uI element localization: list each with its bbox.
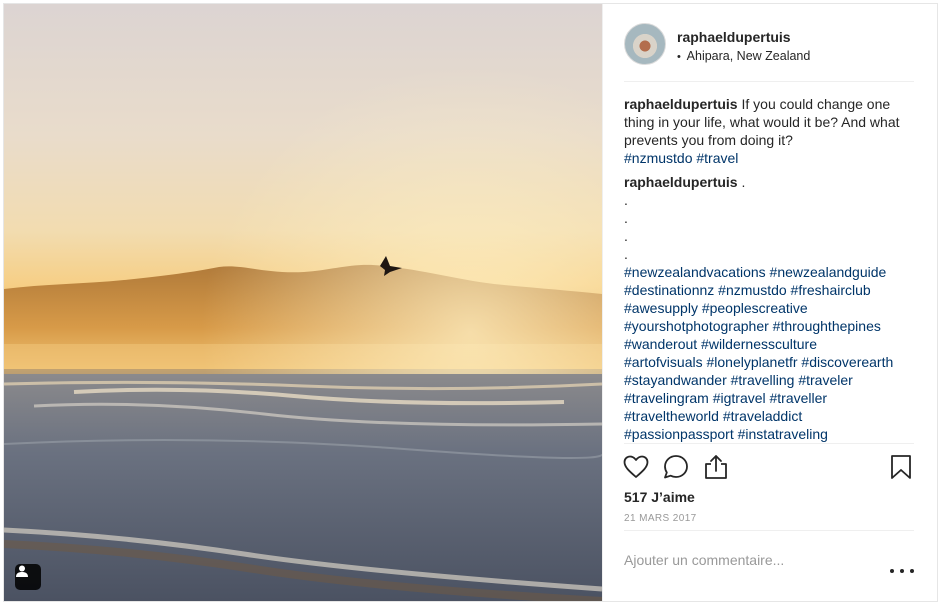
divider bbox=[624, 443, 914, 444]
share-icon[interactable] bbox=[702, 453, 730, 481]
dot bbox=[900, 569, 904, 573]
hashtag-line[interactable]: #yourshotphotographer #throughthepines bbox=[624, 317, 914, 335]
hashtag-line[interactable]: #destinationnz #nzmustdo #freshairclub bbox=[624, 281, 914, 299]
hashtag-line[interactable]: #awesupply #peoplescreative bbox=[624, 299, 914, 317]
dot bbox=[910, 569, 914, 573]
dot bbox=[890, 569, 894, 573]
dot-line: . bbox=[624, 228, 628, 244]
dot-line: . bbox=[624, 210, 628, 226]
sunset-beach-image bbox=[4, 4, 602, 601]
post-sidebar: raphaeldupertuis • Ahipara, New Zealand … bbox=[602, 4, 937, 601]
hashtag-line[interactable]: #travelingram #igtravel #traveller bbox=[624, 389, 914, 407]
heart-icon[interactable] bbox=[622, 453, 650, 481]
bookmark-icon[interactable] bbox=[887, 453, 915, 481]
hashtag-line[interactable]: #traveltheworld #traveladdict bbox=[624, 407, 914, 425]
dot-line: . bbox=[624, 192, 628, 208]
comment-first-dot: . bbox=[741, 174, 746, 190]
comment-icon[interactable] bbox=[662, 453, 690, 481]
comments-section: raphaeldupertuis If you could change one… bbox=[624, 95, 914, 449]
caption: raphaeldupertuis If you could change one… bbox=[624, 95, 914, 167]
hashtag-line[interactable]: #wanderout #wildernessculture bbox=[624, 335, 914, 353]
hashtag-line[interactable]: #stayandwander #travelling #traveler bbox=[624, 371, 914, 389]
hashtag-line[interactable]: #passionpassport #instatraveling bbox=[624, 425, 914, 443]
header-username[interactable]: raphaeldupertuis bbox=[677, 29, 791, 45]
hashtag-line[interactable]: #newzealandvacations #newzealandguide bbox=[624, 263, 914, 281]
add-comment-input[interactable] bbox=[624, 550, 864, 570]
location[interactable]: • Ahipara, New Zealand bbox=[677, 49, 810, 63]
comment-dots: . . . . bbox=[624, 191, 914, 263]
location-label[interactable]: Ahipara, New Zealand bbox=[687, 49, 811, 63]
avatar[interactable] bbox=[624, 23, 666, 65]
divider bbox=[624, 530, 914, 531]
comment-username[interactable]: raphaeldupertuis bbox=[624, 174, 738, 190]
user-tag-icon[interactable] bbox=[15, 564, 41, 590]
location-bullet: • bbox=[677, 51, 681, 63]
more-options-icon[interactable] bbox=[890, 564, 914, 578]
hashtag-line[interactable]: #artofvisuals #lonelyplanetfr #discovere… bbox=[624, 353, 914, 371]
instagram-post: raphaeldupertuis • Ahipara, New Zealand … bbox=[3, 3, 938, 602]
likes-count[interactable]: 517 J’aime bbox=[624, 489, 695, 505]
dot-line: . bbox=[624, 246, 628, 262]
post-date[interactable]: 21 MARS 2017 bbox=[624, 513, 697, 524]
post-header: raphaeldupertuis • Ahipara, New Zealand bbox=[624, 20, 914, 82]
action-bar bbox=[622, 453, 915, 485]
caption-username[interactable]: raphaeldupertuis bbox=[624, 96, 738, 112]
comment: raphaeldupertuis . . . . . #newzealandva… bbox=[624, 173, 914, 443]
caption-hashtags[interactable]: #nzmustdo #travel bbox=[624, 150, 738, 166]
post-photo[interactable] bbox=[4, 4, 602, 601]
